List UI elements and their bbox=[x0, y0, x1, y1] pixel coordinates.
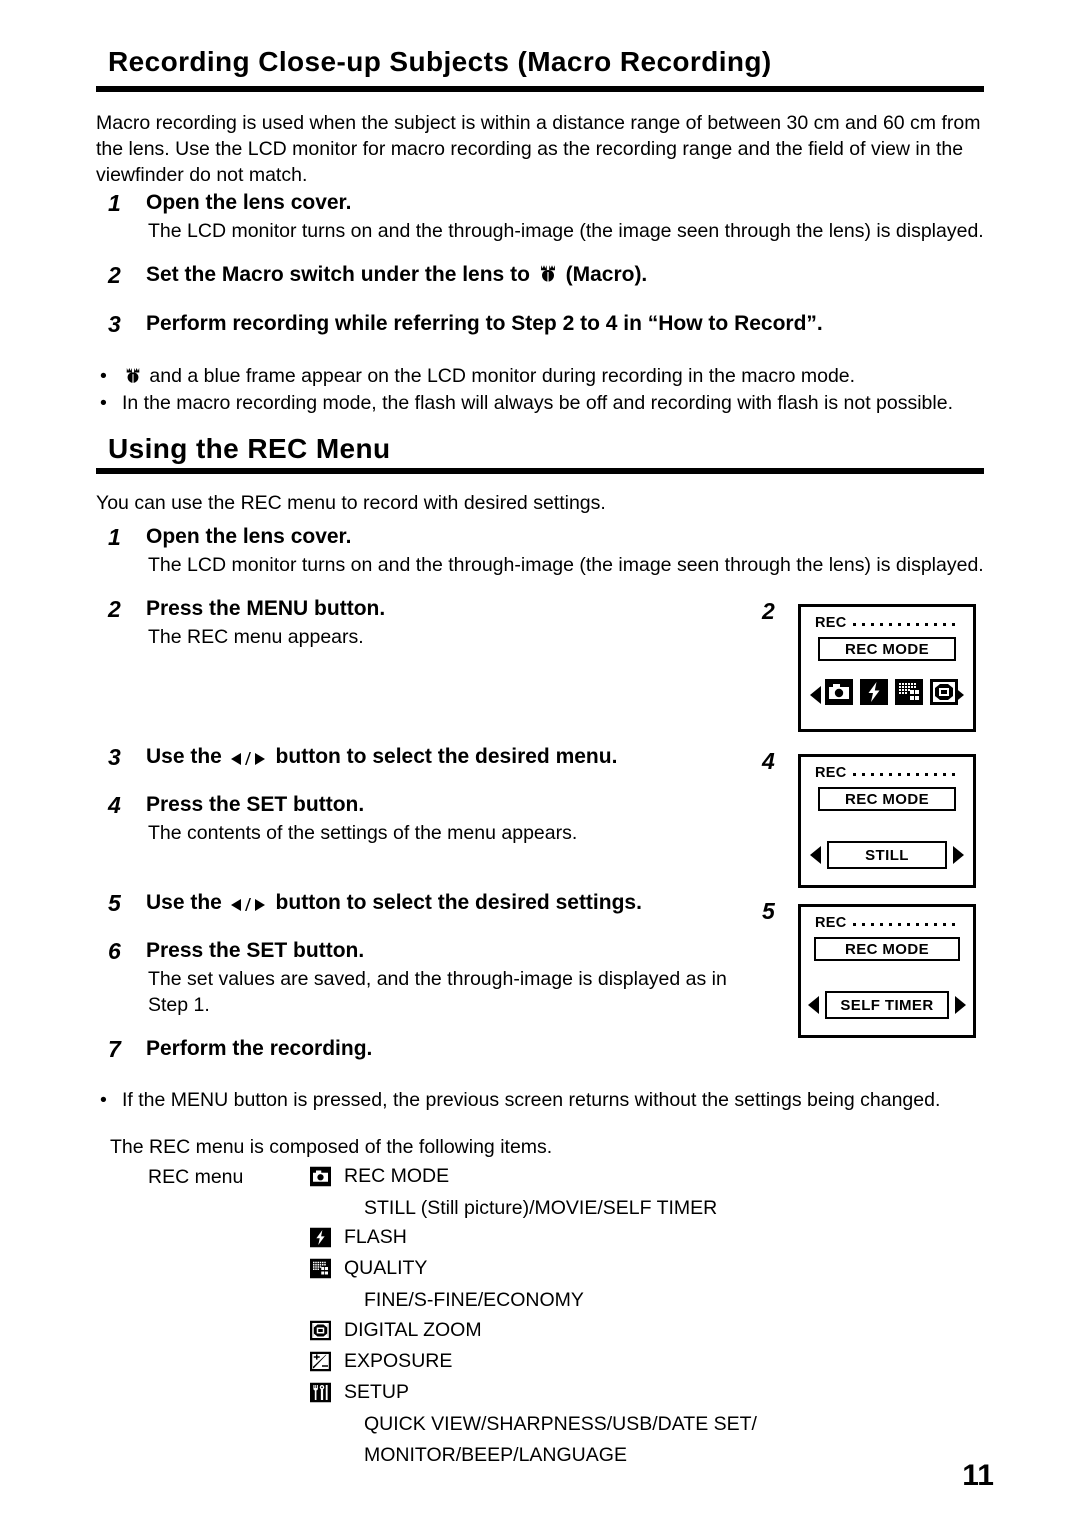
bullet-text-label: and a blue frame appear on the LCD monit… bbox=[149, 365, 856, 387]
lcd-field-rec-mode[interactable]: REC MODE bbox=[818, 787, 956, 811]
lcd-right-arrow-icon[interactable] bbox=[955, 996, 966, 1014]
step-number: 2 bbox=[108, 262, 121, 288]
lcd-icon-row bbox=[825, 679, 958, 705]
lcd-field-rec-mode[interactable]: REC MODE bbox=[818, 637, 956, 661]
step-heading: Press the SET button. bbox=[146, 793, 365, 816]
lcd-field-rec-mode[interactable]: REC MODE bbox=[814, 937, 960, 961]
menu-item-label: SETUP bbox=[344, 1381, 410, 1403]
lcd-header-label: REC bbox=[815, 615, 847, 631]
menu-item-quality-options: FINE/S-FINE/ECONOMY bbox=[364, 1289, 584, 1311]
rec-menu-intro-paragraph: You can use the REC menu to record with … bbox=[96, 492, 606, 514]
quality-grid-icon bbox=[310, 1258, 331, 1279]
step-heading: Perform the recording. bbox=[146, 1037, 373, 1060]
step-heading-text-after: (Macro). bbox=[565, 263, 648, 286]
bullet-marker: • bbox=[100, 1089, 107, 1111]
step-heading: Use the button to select the desired set… bbox=[146, 891, 642, 915]
lcd-screen: REC REC MODE SELF TIMER bbox=[798, 904, 976, 1038]
bullet-text: If the MENU button is pressed, the previ… bbox=[122, 1089, 941, 1111]
lcd-screen: REC REC MODE STILL bbox=[798, 754, 976, 888]
step-number: 6 bbox=[108, 938, 121, 964]
lcd-panel-group-5: 5 REC REC MODE SELF TIMER bbox=[762, 898, 988, 1040]
bullet-text: In the macro recording mode, the flash w… bbox=[122, 392, 953, 414]
lcd-field-value[interactable]: SELF TIMER bbox=[825, 991, 949, 1019]
left-right-button-icon bbox=[228, 752, 270, 766]
step-number: 3 bbox=[108, 744, 121, 770]
menu-item-label: FLASH bbox=[344, 1226, 407, 1248]
bullet-text: and a blue frame appear on the LCD monit… bbox=[122, 363, 855, 390]
menu-item-rec-mode-options: STILL (Still picture)/MOVIE/SELF TIMER bbox=[364, 1197, 718, 1219]
menu-item-label: REC MODE bbox=[344, 1165, 450, 1187]
bullet-marker: • bbox=[100, 365, 107, 387]
step-heading-text-before: Use the bbox=[146, 745, 222, 768]
step-heading: Press the MENU button. bbox=[146, 597, 386, 620]
menu-listing-label: REC menu bbox=[148, 1166, 244, 1188]
step-body: The REC menu appears. bbox=[148, 626, 364, 648]
step-heading: Perform recording while referring to Ste… bbox=[146, 312, 823, 335]
flash-icon bbox=[310, 1227, 331, 1248]
lcd-field-value[interactable]: STILL bbox=[827, 841, 947, 869]
quality-grid-icon[interactable] bbox=[895, 679, 923, 705]
setup-tools-icon bbox=[310, 1382, 331, 1403]
lcd-screen: REC REC MODE bbox=[798, 604, 976, 732]
step-heading-text-after: button to select the desired menu. bbox=[275, 745, 618, 768]
step-heading: Set the Macro switch under the lens to (… bbox=[146, 263, 647, 287]
lcd-left-arrow-icon[interactable] bbox=[810, 686, 821, 704]
step-number: 3 bbox=[108, 311, 121, 337]
macro-intro-paragraph: Macro recording is used when the subject… bbox=[96, 112, 981, 186]
step-number: 7 bbox=[108, 1036, 121, 1062]
title-rule-2 bbox=[96, 468, 984, 474]
step-number: 5 bbox=[108, 890, 121, 916]
lcd-right-arrow-icon[interactable] bbox=[953, 846, 964, 864]
step-number: 4 bbox=[108, 792, 121, 818]
title-rule-1 bbox=[96, 86, 984, 92]
exposure-icon bbox=[310, 1351, 331, 1372]
step-body: The LCD monitor turns on and the through… bbox=[148, 220, 984, 242]
lcd-panel-group-4: 4 REC REC MODE STILL bbox=[762, 748, 988, 890]
lcd-left-arrow-icon[interactable] bbox=[810, 846, 821, 864]
lcd-header-dots bbox=[853, 619, 965, 629]
page-number: 11 bbox=[962, 1459, 994, 1492]
step-body: The contents of the settings of the menu… bbox=[148, 822, 578, 844]
lcd-step-number: 5 bbox=[762, 898, 775, 924]
section-title-macro-recording: Recording Close-up Subjects (Macro Recor… bbox=[108, 46, 772, 77]
bullet-marker: • bbox=[100, 392, 107, 414]
menu-item-label: DIGITAL ZOOM bbox=[344, 1319, 482, 1341]
lcd-step-number: 4 bbox=[762, 748, 775, 774]
menu-item-setup-options-2: MONITOR/BEEP/LANGUAGE bbox=[364, 1444, 627, 1466]
section-title-rec-menu: Using the REC Menu bbox=[108, 433, 391, 464]
step-heading: Use the button to select the desired men… bbox=[146, 745, 617, 769]
menu-item-label: QUALITY bbox=[344, 1257, 428, 1279]
camera-icon bbox=[310, 1166, 331, 1187]
camera-icon[interactable] bbox=[825, 679, 853, 705]
step-number: 1 bbox=[108, 190, 121, 216]
lcd-header-label: REC bbox=[815, 915, 847, 931]
left-right-button-icon bbox=[228, 898, 270, 912]
menu-item-label: EXPOSURE bbox=[344, 1350, 453, 1372]
step-body: The LCD monitor turns on and the through… bbox=[148, 554, 984, 576]
step-heading-text-before: Set the Macro switch under the lens to bbox=[146, 263, 530, 286]
macro-flower-icon bbox=[536, 263, 560, 284]
step-heading: Open the lens cover. bbox=[146, 525, 352, 548]
step-body: The set values are saved, and the throug… bbox=[148, 968, 727, 1016]
step-number: 2 bbox=[108, 596, 121, 622]
flash-icon[interactable] bbox=[860, 679, 888, 705]
step-heading: Press the SET button. bbox=[146, 939, 365, 962]
lcd-header-dots bbox=[853, 919, 965, 929]
lcd-header-dots bbox=[853, 769, 965, 779]
step-number: 1 bbox=[108, 524, 121, 550]
step-heading-text-before: Use the bbox=[146, 891, 222, 914]
rec-menu-closing-paragraph: The REC menu is composed of the followin… bbox=[110, 1136, 553, 1158]
digital-zoom-icon[interactable] bbox=[930, 679, 958, 705]
manual-page: Recording Close-up Subjects (Macro Recor… bbox=[0, 0, 1080, 1529]
menu-item-setup-options-1: QUICK VIEW/SHARPNESS/USB/DATE SET/ bbox=[364, 1413, 757, 1435]
lcd-left-arrow-icon[interactable] bbox=[808, 996, 819, 1014]
step-heading: Open the lens cover. bbox=[146, 191, 352, 214]
lcd-step-number: 2 bbox=[762, 598, 775, 624]
macro-flower-icon bbox=[122, 366, 144, 385]
digital-zoom-icon bbox=[310, 1320, 331, 1341]
lcd-panel-group-2: 2 REC REC MODE bbox=[762, 598, 988, 738]
step-heading-text-after: button to select the desired settings. bbox=[275, 891, 642, 914]
lcd-header-label: REC bbox=[815, 765, 847, 781]
